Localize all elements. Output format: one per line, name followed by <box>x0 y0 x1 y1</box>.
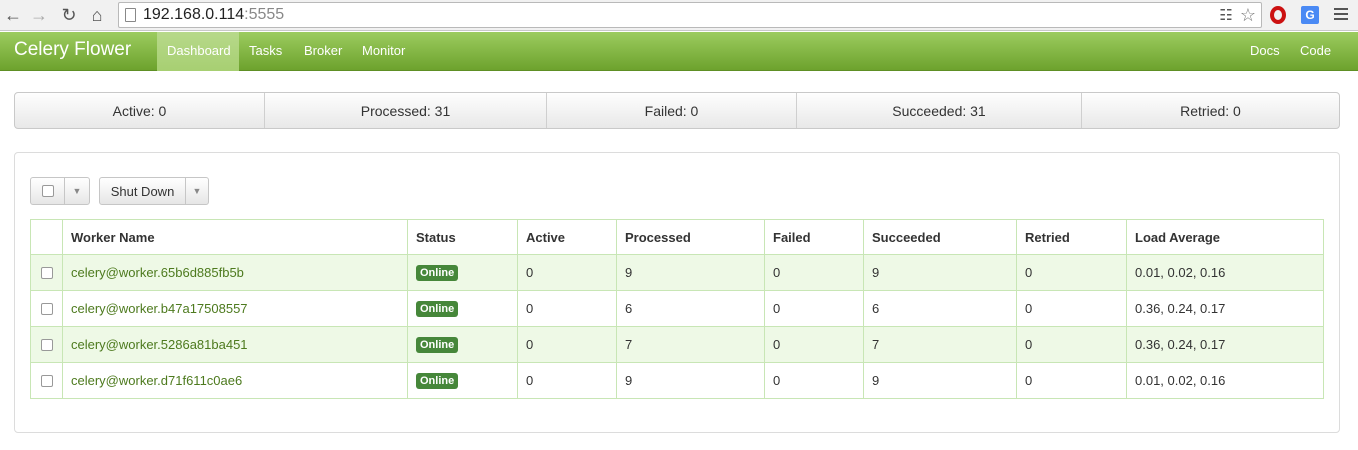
bookmark-star-icon[interactable]: ☆ <box>1239 5 1257 25</box>
processed-cell: 7 <box>616 326 765 363</box>
load-average-cell: 0.01, 0.02, 0.16 <box>1126 254 1324 291</box>
stat-retried[interactable]: Retried: 0 <box>1082 93 1339 128</box>
header-status[interactable]: Status <box>407 219 518 255</box>
shutdown-button[interactable]: Shut Down <box>100 178 186 204</box>
failed-cell: 0 <box>764 362 864 399</box>
retried-cell: 0 <box>1016 326 1127 363</box>
nav-broker[interactable]: Broker <box>294 32 352 71</box>
status-badge: Online <box>416 301 459 317</box>
reload-icon[interactable]: ↻ <box>58 4 80 26</box>
succeeded-cell: 9 <box>863 362 1017 399</box>
succeeded-cell: 6 <box>863 290 1017 327</box>
stat-processed[interactable]: Processed: 31 <box>265 93 547 128</box>
status-badge: Online <box>416 265 459 281</box>
select-all-checkbox[interactable] <box>31 178 65 204</box>
nav-dashboard[interactable]: Dashboard <box>157 32 239 71</box>
browser-toolbar: ← → ↻ ⌂ 192.168.0.114:5555 ☷ ☆ G <box>0 0 1358 31</box>
nav-docs[interactable]: Docs <box>1240 32 1290 71</box>
stats-bar: Active: 0 Processed: 31 Failed: 0 Succee… <box>14 92 1340 129</box>
active-cell: 0 <box>517 254 617 291</box>
back-arrow-icon[interactable]: ← <box>2 4 24 26</box>
retried-cell: 0 <box>1016 290 1127 327</box>
url-host: 192.168.0.114 <box>143 6 245 23</box>
failed-cell: 0 <box>764 254 864 291</box>
load-average-cell: 0.01, 0.02, 0.16 <box>1126 362 1324 399</box>
translate-icon[interactable]: ☷ <box>1217 6 1235 24</box>
row-checkbox[interactable] <box>40 374 53 387</box>
table-header-row: Worker Name Status Active Processed Fail… <box>30 219 1324 255</box>
shutdown-dropdown[interactable]: Shut Down ▼ <box>99 177 209 205</box>
chevron-down-icon[interactable]: ▼ <box>186 178 208 204</box>
header-retried[interactable]: Retried <box>1016 219 1127 255</box>
load-average-cell: 0.36, 0.24, 0.17 <box>1126 290 1324 327</box>
page-icon <box>125 8 136 22</box>
status-cell: Online <box>407 290 518 327</box>
header-load-average[interactable]: Load Average <box>1126 219 1324 255</box>
status-cell: Online <box>407 254 518 291</box>
retried-cell: 0 <box>1016 362 1127 399</box>
worker-name-link[interactable]: celery@worker.5286a81ba451 <box>62 326 408 363</box>
active-cell: 0 <box>517 290 617 327</box>
chevron-down-icon[interactable]: ▼ <box>65 178 89 204</box>
brand-title[interactable]: Celery Flower <box>14 39 131 61</box>
active-cell: 0 <box>517 362 617 399</box>
url-port: :5555 <box>244 6 285 23</box>
select-all-dropdown[interactable]: ▼ <box>30 177 90 205</box>
row-checkbox-cell <box>30 326 63 363</box>
header-succeeded[interactable]: Succeeded <box>863 219 1017 255</box>
worker-name-link[interactable]: celery@worker.b47a17508557 <box>62 290 408 327</box>
stat-succeeded[interactable]: Succeeded: 31 <box>797 93 1082 128</box>
table-row: celery@worker.d71f611c0ae6 Online 0 9 0 … <box>30 362 1324 399</box>
status-badge: Online <box>416 337 459 353</box>
table-row: celery@worker.5286a81ba451 Online 0 7 0 … <box>30 326 1324 363</box>
status-badge: Online <box>416 373 459 389</box>
table-row: celery@worker.65b6d885fb5b Online 0 9 0 … <box>30 254 1324 291</box>
row-checkbox[interactable] <box>40 266 53 279</box>
processed-cell: 9 <box>616 254 765 291</box>
row-checkbox-cell <box>30 254 63 291</box>
app-navbar: Celery Flower Dashboard Tasks Broker Mon… <box>0 32 1358 71</box>
nav-tasks[interactable]: Tasks <box>239 32 292 71</box>
header-processed[interactable]: Processed <box>616 219 765 255</box>
processed-cell: 6 <box>616 290 765 327</box>
row-checkbox-cell <box>30 290 63 327</box>
opera-extension-icon[interactable] <box>1268 5 1288 25</box>
nav-code[interactable]: Code <box>1290 32 1341 71</box>
succeeded-cell: 7 <box>863 326 1017 363</box>
active-cell: 0 <box>517 326 617 363</box>
succeeded-cell: 9 <box>863 254 1017 291</box>
row-checkbox[interactable] <box>40 302 53 315</box>
worker-name-link[interactable]: celery@worker.65b6d885fb5b <box>62 254 408 291</box>
failed-cell: 0 <box>764 290 864 327</box>
workers-panel: ▼ Shut Down ▼ Worker Name Status Active … <box>14 152 1340 433</box>
worker-name-link[interactable]: celery@worker.d71f611c0ae6 <box>62 362 408 399</box>
browser-menu-icon[interactable] <box>1334 6 1348 22</box>
retried-cell: 0 <box>1016 254 1127 291</box>
status-cell: Online <box>407 326 518 363</box>
header-select <box>30 219 63 255</box>
header-active[interactable]: Active <box>517 219 617 255</box>
row-checkbox[interactable] <box>40 338 53 351</box>
nav-monitor[interactable]: Monitor <box>352 32 415 71</box>
row-checkbox-cell <box>30 362 63 399</box>
load-average-cell: 0.36, 0.24, 0.17 <box>1126 326 1324 363</box>
processed-cell: 9 <box>616 362 765 399</box>
table-row: celery@worker.b47a17508557 Online 0 6 0 … <box>30 290 1324 327</box>
header-failed[interactable]: Failed <box>764 219 864 255</box>
failed-cell: 0 <box>764 326 864 363</box>
workers-table: Worker Name Status Active Processed Fail… <box>30 219 1324 399</box>
google-translate-extension-icon[interactable]: G <box>1300 5 1320 25</box>
url-text[interactable]: 192.168.0.114:5555 <box>143 6 284 24</box>
header-worker-name[interactable]: Worker Name <box>62 219 408 255</box>
home-icon[interactable]: ⌂ <box>86 4 108 26</box>
forward-arrow-icon[interactable]: → <box>28 4 50 26</box>
stat-active[interactable]: Active: 0 <box>15 93 265 128</box>
stat-failed[interactable]: Failed: 0 <box>547 93 797 128</box>
address-bar[interactable]: 192.168.0.114:5555 ☷ ☆ <box>118 2 1262 28</box>
status-cell: Online <box>407 362 518 399</box>
